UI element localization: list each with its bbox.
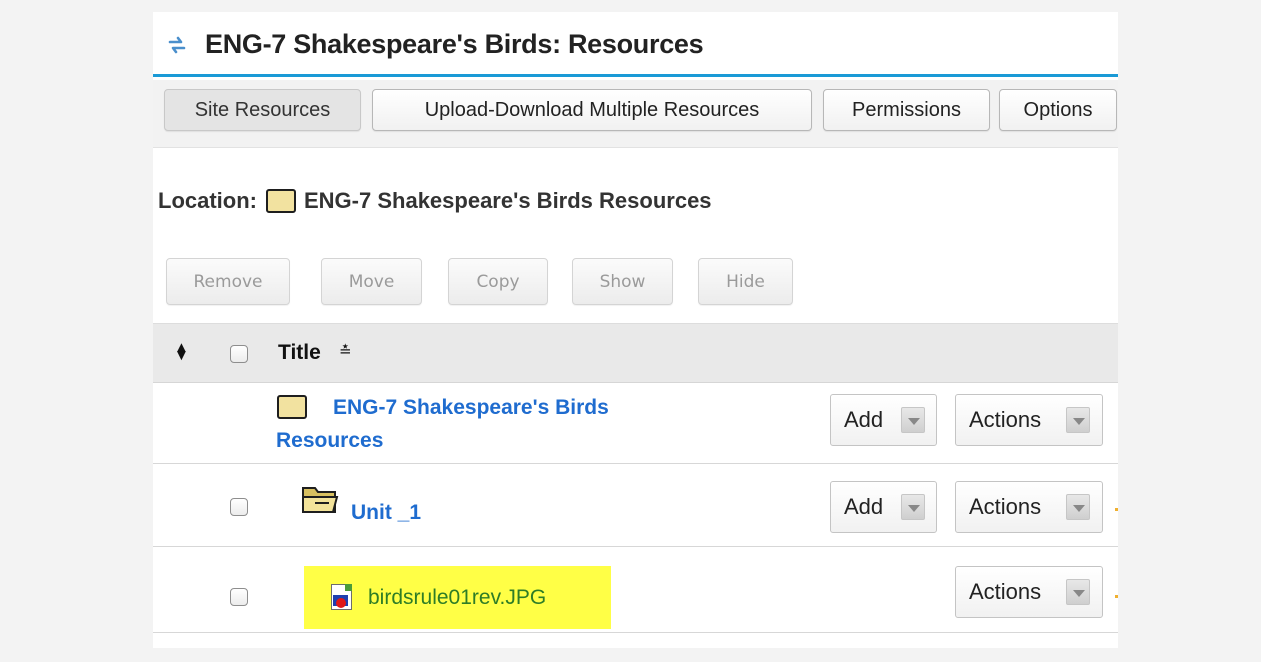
chevron-down-icon — [901, 407, 925, 433]
tab-site-resources[interactable]: Site Resources — [164, 89, 361, 131]
row-checkbox[interactable] — [230, 498, 248, 516]
show-button[interactable]: Show — [572, 258, 673, 305]
divider-mark — [1115, 508, 1118, 511]
folder-link[interactable]: Unit _1 — [351, 501, 421, 525]
title-bar: ENG-7 Shakespeare's Birds: Resources — [153, 12, 1118, 77]
location-path: ENG-7 Shakespeare's Birds Resources — [304, 188, 712, 213]
table-header: ▲ ▼ Title ≛ — [153, 323, 1118, 383]
actions-dropdown[interactable]: Actions — [955, 566, 1103, 618]
folder-link-continued[interactable]: Resources — [276, 429, 383, 453]
refresh-arrows-icon[interactable] — [167, 34, 187, 56]
tab-permissions[interactable]: Permissions — [823, 89, 990, 131]
actions-label: Actions — [969, 407, 1042, 432]
page-title: ENG-7 Shakespeare's Birds: Resources — [205, 29, 704, 59]
remove-button[interactable]: Remove — [166, 258, 290, 305]
location-label: Location: — [158, 188, 257, 213]
row-checkbox[interactable] — [230, 588, 248, 606]
add-dropdown[interactable]: Add — [830, 394, 937, 446]
title-column-header[interactable]: Title — [278, 341, 321, 365]
folder-icon — [277, 395, 307, 419]
location-breadcrumb: Location: ENG-7 Shakespeare's Birds Reso… — [158, 188, 712, 214]
select-all-checkbox[interactable] — [230, 345, 248, 363]
folder-open-icon — [302, 487, 339, 513]
actions-dropdown[interactable]: Actions — [955, 481, 1103, 533]
sort-ascending-icon[interactable]: ≛ — [339, 342, 352, 360]
add-label: Add — [844, 494, 884, 519]
add-dropdown[interactable]: Add — [830, 481, 937, 533]
tab-options[interactable]: Options — [999, 89, 1117, 131]
tab-upload-download[interactable]: Upload-Download Multiple Resources — [372, 89, 812, 131]
hide-button[interactable]: Hide — [698, 258, 793, 305]
chevron-down-icon — [1066, 579, 1090, 605]
folder-link[interactable]: ENG-7 Shakespeare's Birds — [333, 396, 609, 420]
copy-button[interactable]: Copy — [448, 258, 548, 305]
folder-icon — [266, 189, 296, 213]
table-row: ENG-7 Shakespeare's Birds Resources Add … — [153, 383, 1118, 464]
chevron-down-icon — [1066, 494, 1090, 520]
add-label: Add — [844, 407, 884, 432]
sort-updown-icon[interactable]: ▲ ▼ — [174, 340, 189, 363]
resources-panel: ENG-7 Shakespeare's Birds: Resources Sit… — [153, 12, 1118, 648]
image-file-icon — [331, 584, 352, 610]
actions-label: Actions — [969, 494, 1042, 519]
chevron-down-icon — [1066, 407, 1090, 433]
actions-label: Actions — [969, 579, 1042, 604]
chevron-down-icon — [901, 494, 925, 520]
file-link[interactable]: birdsrule01rev.JPG — [368, 586, 546, 610]
move-button[interactable]: Move — [321, 258, 422, 305]
table-row: Unit _1 Add Actions — [153, 464, 1118, 547]
divider-mark — [1115, 595, 1118, 598]
actions-dropdown[interactable]: Actions — [955, 394, 1103, 446]
tool-tabs: Site Resources Upload-Download Multiple … — [153, 80, 1118, 148]
